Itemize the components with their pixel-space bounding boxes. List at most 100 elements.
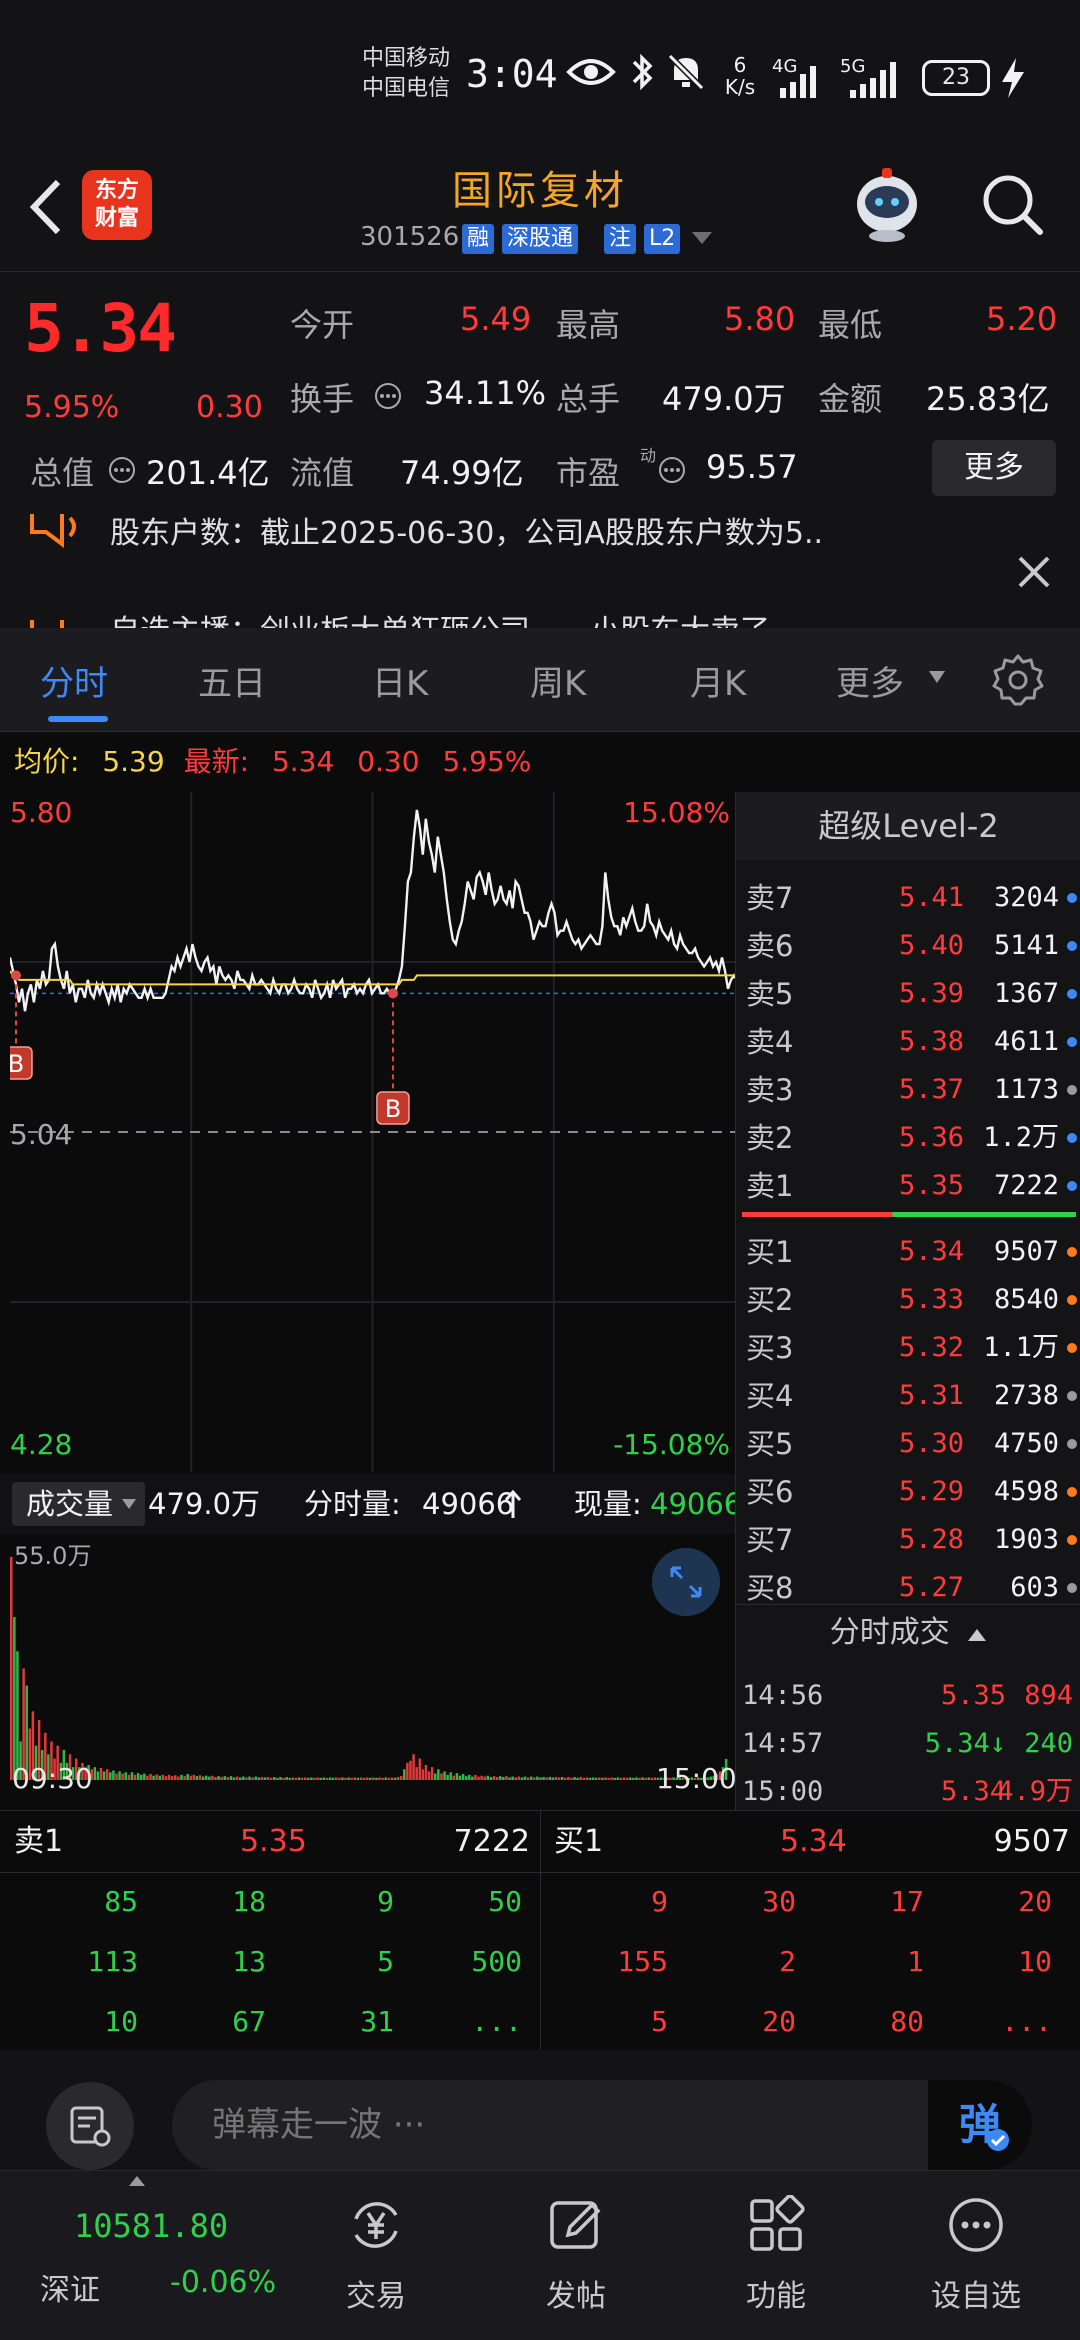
order-book[interactable]: 超级Level-2 卖7 5.41 3204 卖6 5.40 5141 卖5 5.39 1367… (735, 792, 1080, 1810)
volume-bar (576, 1777, 579, 1780)
news-line-1[interactable]: 股东户数：截止2025-06-30，公司A股股东户数为5.. (110, 512, 823, 552)
y-mid-label: 5.04 (10, 1118, 72, 1151)
queue-order-cell: 10 (104, 2005, 138, 2038)
index-ticker[interactable]: 10581.80 深证 -0.06% (0, 2171, 280, 2340)
active-tab-indicator (48, 716, 108, 722)
bid-level-qty: 2738 (993, 1380, 1059, 1411)
bid-level-label: 买7 (746, 1523, 794, 1557)
volume-bar (16, 1651, 19, 1780)
bid-level-price: 5.28 (898, 1524, 964, 1555)
current-volume-label: 现量: (574, 1487, 642, 1521)
volume-bar (356, 1777, 360, 1780)
gear-icon[interactable] (990, 652, 1046, 708)
queue-order-cell: 80 (890, 2005, 924, 2038)
change-amount: 0.30 (196, 390, 263, 425)
intraday-summary: 均价: 5.39 最新: 5.34 0.30 5.95% (0, 732, 1080, 792)
nav-add-watchlist[interactable]: 设自选 (876, 2171, 1076, 2340)
interval-volume-label: 分时量: (304, 1487, 401, 1521)
nav-functions-label: 功能 (746, 2279, 806, 2314)
bid-level-row[interactable]: 买3 5.32 1.1万 (736, 1324, 1080, 1372)
volume-bar (96, 1771, 100, 1780)
tick-trade-volume: 4.9万 (997, 1776, 1073, 1807)
volume-bar (195, 1776, 199, 1780)
price-chart[interactable]: B B 5.80 5.04 4.28 15.08% -15.08% (10, 792, 735, 1472)
bid-level-row[interactable]: 买5 5.30 4750 (736, 1420, 1080, 1468)
market-cap-value: 201.4亿 (146, 454, 270, 492)
ask-level-row[interactable]: 卖5 5.39 1367 (736, 970, 1080, 1018)
volume-bar (369, 1777, 372, 1780)
tab-monthly-k[interactable]: 月K (690, 656, 746, 705)
volume-bar (647, 1777, 651, 1780)
search-icon[interactable] (978, 170, 1046, 238)
tab-weekly-k[interactable]: 周K (530, 656, 586, 705)
nav-post[interactable]: 发帖 (476, 2171, 676, 2340)
volume-chart[interactable]: 55.0万 (10, 1534, 735, 1780)
chevron-down-icon[interactable] (928, 670, 946, 684)
bid-level-row[interactable]: 买4 5.31 2738 (736, 1372, 1080, 1420)
volume-indicator-select[interactable]: 成交量 (12, 1482, 146, 1526)
volume-bar (607, 1777, 610, 1780)
tab-five-day[interactable]: 五日 (198, 656, 266, 705)
ask-level-row[interactable]: 卖1 5.35 7222 (736, 1162, 1080, 1210)
tab-more[interactable]: 更多 (836, 656, 904, 705)
more-quote-button[interactable]: 更多 (932, 440, 1056, 496)
buy-marker[interactable]: B (376, 988, 410, 1125)
ask-level-row[interactable]: 卖3 5.37 1173 (736, 1066, 1080, 1114)
chevron-down-icon[interactable] (690, 230, 714, 246)
info-icon[interactable] (108, 456, 136, 484)
back-button[interactable] (20, 172, 70, 242)
pe-label: 市盈 (556, 454, 621, 492)
ask-level-row[interactable]: 卖7 5.41 3204 (736, 874, 1080, 922)
nav-trade[interactable]: 交易 (276, 2171, 476, 2340)
info-icon[interactable] (374, 382, 402, 410)
ask-level-row[interactable]: 卖4 5.38 4611 (736, 1018, 1080, 1066)
volume-bar (279, 1777, 282, 1780)
order-queue[interactable]: 卖1 5.35 7222 买1 5.34 9507 85 18 9 50 113 13 5 5… (0, 1810, 1080, 2051)
bid-level-row[interactable]: 买2 5.33 8540 (736, 1276, 1080, 1324)
volume-bar (307, 1777, 310, 1780)
nav-functions[interactable]: 功能 (676, 2171, 876, 2340)
volume-bar (124, 1772, 127, 1780)
app-logo[interactable]: 东方 财富 (82, 170, 152, 240)
close-icon[interactable] (1014, 552, 1054, 592)
order-source-dot (1067, 1247, 1077, 1257)
volume-bar (384, 1777, 387, 1780)
danmaku-toggle-button[interactable]: 弹 (928, 2080, 1032, 2170)
bid-level-row[interactable]: 买1 5.34 9507 (736, 1228, 1080, 1276)
volume-bar (492, 1776, 496, 1780)
volume-bar (455, 1773, 459, 1780)
volume-bar (99, 1767, 103, 1780)
danmaku-settings-button[interactable] (46, 2082, 134, 2170)
queue-order-cell: 67 (232, 2005, 266, 2038)
news-ticker[interactable]: 股东户数：截止2025-06-30，公司A股股东户数为5.. 自选主播：创业板大… (0, 512, 1080, 628)
news-line-2[interactable]: 自选主播：创业板大单狂砸公司……小股东大卖了 (110, 606, 770, 628)
tab-intraday[interactable]: 分时 (40, 656, 108, 705)
stock-name[interactable]: 国际复材 (340, 158, 740, 216)
bid-level-row[interactable]: 买6 5.29 4598 (736, 1468, 1080, 1516)
net-speed-value: 6 (733, 53, 747, 77)
info-icon[interactable] (658, 456, 686, 484)
ask1-queue-price: 5.35 (240, 1824, 307, 1859)
current-volume-value: 49066 (650, 1487, 743, 1521)
tab-daily-k[interactable]: 日K (372, 656, 428, 705)
x-start-label: 09:30 (12, 1762, 93, 1795)
volume-bar (489, 1777, 493, 1780)
tick-trades-header[interactable]: 分时成交 (736, 1604, 1080, 1660)
index-value: 10581.80 (74, 2207, 229, 2245)
volume-bar (359, 1777, 363, 1780)
intraday-chart-area[interactable]: B B 5.80 5.04 4.28 15.08% -15.08% 成交量 479… (0, 792, 742, 1810)
order-source-dot (1067, 1343, 1077, 1353)
queue-order-cell: 10 (1018, 1945, 1052, 1978)
danmaku-input[interactable] (172, 2080, 1032, 2170)
volume-bar (257, 1777, 261, 1780)
expand-chart-button[interactable] (652, 1548, 720, 1616)
ask-level-row[interactable]: 卖6 5.40 5141 (736, 922, 1080, 970)
ask-level-row[interactable]: 卖2 5.36 1.2万 (736, 1114, 1080, 1162)
volume-bar (158, 1775, 162, 1780)
bid-level-row[interactable]: 买7 5.28 1903 (736, 1516, 1080, 1564)
robot-assistant-icon[interactable] (846, 162, 928, 244)
order-book-title[interactable]: 超级Level-2 (736, 792, 1080, 860)
ask-level-price: 5.41 (898, 882, 964, 913)
buy-marker[interactable]: B (10, 970, 33, 1080)
ask1-queue-qty: 7222 (453, 1824, 530, 1859)
